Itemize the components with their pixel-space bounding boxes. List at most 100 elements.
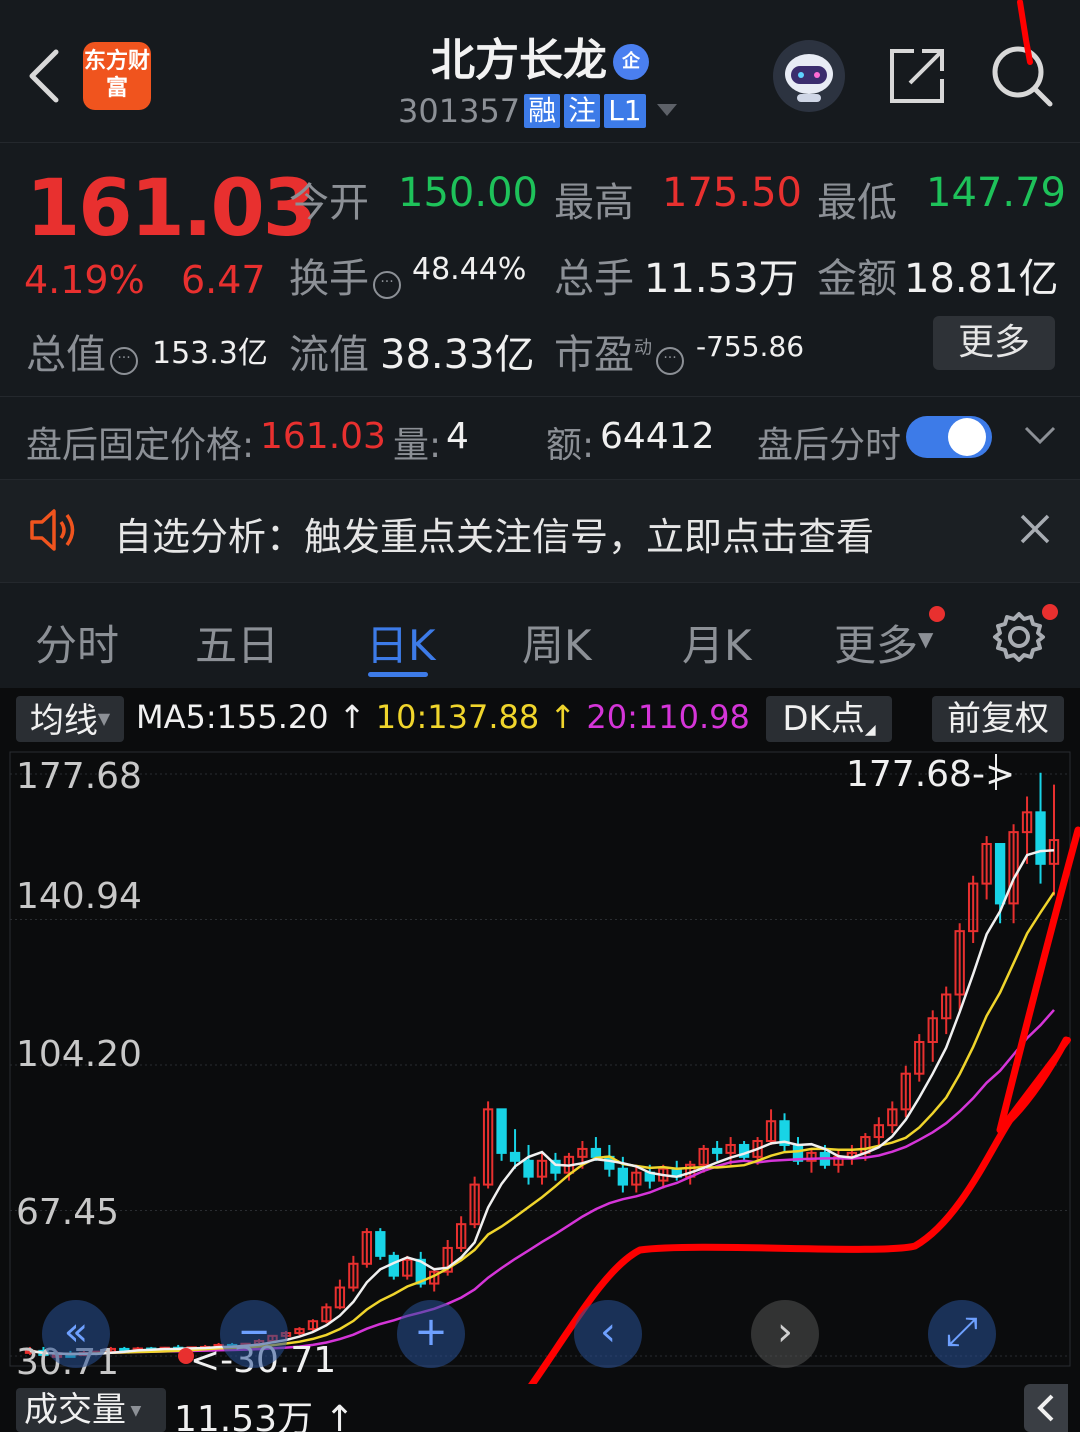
more-button[interactable]: 更多 [933, 316, 1055, 370]
gear-icon[interactable] [992, 610, 1046, 664]
info-dots-icon[interactable]: ··· [656, 347, 684, 375]
candle-body [711, 1147, 723, 1154]
max-price-label: 177.68-> [846, 754, 1016, 795]
chevron-left-icon [1037, 1394, 1054, 1422]
candle-body [388, 1254, 399, 1277]
candle-body [523, 1159, 534, 1178]
amount-value: 18.81亿 [904, 256, 1059, 302]
left-arrow-icon[interactable]: ‹ [574, 1300, 642, 1368]
expand-icon[interactable]: ⤢ [928, 1300, 996, 1368]
y-tick-label: 140.94 [16, 876, 142, 917]
info-dots-icon[interactable]: ··· [373, 271, 401, 299]
up-arrow-icon: ↑ [328, 698, 376, 736]
pe-label-text: 市盈 [554, 332, 634, 378]
candle-body [509, 1151, 521, 1162]
pe-dynamic-mark: 动 [634, 337, 652, 359]
caret-down-icon: ▼ [126, 1403, 142, 1419]
moving-average-lines [29, 754, 1056, 1364]
caret-down-icon: ▼ [97, 709, 111, 728]
tab-monthly-k[interactable]: 月K [682, 612, 752, 673]
mktcap-value: 153.3亿 [152, 336, 268, 371]
zoom-out-icon[interactable]: − [220, 1300, 288, 1368]
volume-value-text: 11.53万 [174, 1399, 314, 1432]
up-arrow-icon: ↑ [313, 1399, 355, 1432]
turnover-label[interactable]: 换手 ··· [289, 246, 405, 304]
ah-price-value: 161.03 [260, 416, 386, 457]
float-cap-value: 38.33亿 [380, 332, 535, 378]
candle-body [590, 1147, 602, 1158]
mktcap-label-text: 总值 [26, 332, 106, 378]
amount-label: 金额 [817, 256, 897, 302]
price-adjust-button[interactable]: 前复权 [932, 696, 1064, 742]
ah-volume-value: 4 [446, 416, 469, 457]
ma-selector[interactable]: 均线▼ [16, 696, 124, 742]
tab-weekly-k[interactable]: 周K [522, 612, 592, 673]
notification-dot [1042, 604, 1058, 620]
low-value: 147.79 [926, 170, 1066, 216]
chevron-down-icon[interactable] [1020, 420, 1060, 450]
ma10-value: 10:137.88 [375, 698, 540, 736]
candle-body [375, 1231, 386, 1257]
turnover-label-text: 换手 [289, 256, 369, 302]
right-arrow-icon[interactable]: › [751, 1300, 819, 1368]
collapse-button[interactable] [1024, 1384, 1068, 1432]
change-amount: 6.47 [181, 258, 266, 302]
ah-amount-value: 64412 [600, 416, 715, 457]
open-label: 今开 [289, 180, 369, 226]
ah-toggle-label: 盘后分时 [757, 425, 902, 466]
tag-margin: 融 [524, 94, 561, 128]
float-cap-label: 流值 [289, 332, 369, 378]
zoom-in-icon[interactable]: + [397, 1300, 465, 1368]
robot-assistant-icon[interactable] [773, 40, 845, 112]
mktcap-label[interactable]: 总值 ··· [26, 322, 142, 380]
toggle-knob [948, 418, 986, 456]
high-value: 175.50 [662, 170, 802, 216]
dk-point-button[interactable]: DK点◢ [766, 696, 892, 742]
double-left-icon[interactable]: « [42, 1300, 110, 1368]
candle-body [1035, 811, 1046, 865]
chart-grid [9, 751, 1071, 1367]
turnover-value: 48.44% [412, 252, 527, 287]
pe-label[interactable]: 市盈动 ··· [554, 322, 688, 380]
plot-frame [9, 751, 1071, 1367]
candle-body [994, 843, 1006, 905]
dk-point-label: DK点 [782, 699, 865, 739]
stock-name: 北方长龙 [431, 35, 607, 86]
info-dots-icon[interactable]: ··· [110, 347, 138, 375]
high-label: 最高 [554, 180, 634, 226]
tab-daily-k[interactable]: 日K [366, 612, 436, 673]
share-icon[interactable] [886, 45, 948, 107]
ma20-value: 20:110.98 [586, 698, 750, 736]
tag-registered: 注 [564, 94, 601, 128]
tab-five-day[interactable]: 五日 [195, 612, 279, 673]
chevron-down-icon[interactable] [657, 104, 677, 116]
volume-value: 11.53万 ↑ [174, 1390, 355, 1432]
candlestick-series [24, 772, 1060, 1359]
close-icon[interactable] [1016, 510, 1054, 548]
tab-more-label: 更多 [834, 621, 919, 670]
ma-values: MA5:155.20 ↑ 10:137.88 ↑ 20:110.98 ↑ [136, 698, 787, 736]
red-annotation-stroke [1017, 0, 1033, 65]
volume-value: 11.53万 [644, 256, 799, 302]
tag-level1[interactable]: L1 [604, 94, 646, 128]
active-tab-indicator [368, 672, 428, 677]
candle-body [617, 1167, 629, 1186]
corner-triangle-icon: ◢ [864, 722, 876, 738]
up-arrow-icon: ↑ [539, 698, 587, 736]
ah-amount-label: 额: [546, 425, 595, 466]
enterprise-badge: 企 [613, 44, 649, 80]
tab-more[interactable]: 更多▼ [834, 612, 933, 673]
stock-code-line: 301357 融注 L1 [398, 92, 646, 130]
candle-body [496, 1108, 507, 1154]
current-price: 161.03 [26, 164, 317, 254]
notice-text[interactable]: 自选分析：触发重点关注信号，立即点击查看 [114, 506, 874, 561]
low-label: 最低 [817, 180, 897, 226]
y-tick-label: 67.45 [16, 1192, 120, 1233]
volume-selector[interactable]: 成交量 ▼ [16, 1388, 166, 1432]
tab-intraday[interactable]: 分时 [35, 612, 119, 673]
volume-label: 总手 [554, 256, 634, 302]
kline-chart[interactable] [0, 750, 1080, 1384]
caret-down-icon: ▼ [918, 627, 934, 651]
volume-selector-label: 成交量 [24, 1390, 126, 1430]
ma10-line [29, 891, 1056, 1356]
